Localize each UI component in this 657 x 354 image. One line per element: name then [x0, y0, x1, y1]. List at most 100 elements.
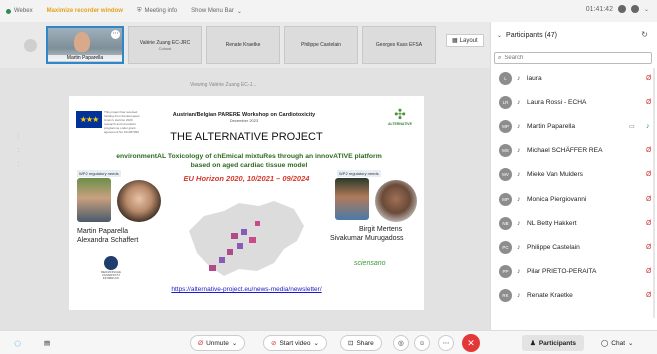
list-item[interactable]: PP ♪ Pilar PRIETO-PERAITA Ø — [491, 260, 657, 284]
chevron-down-icon[interactable]: ⌄ — [497, 32, 502, 39]
settings-icon[interactable] — [630, 5, 639, 13]
chevron-down-icon: ⌄ — [231, 340, 238, 347]
app-name: Webex — [6, 8, 33, 14]
tile-name: Martin Paparella — [48, 55, 122, 61]
avatar: MV — [499, 168, 512, 182]
person-name: Sivakumar Murugadoss — [330, 235, 404, 242]
person-name: Martin Paparella — [77, 228, 128, 235]
participant-tile[interactable]: Valérie Zuang EC-JRC Cohost — [128, 26, 202, 64]
layout-button[interactable]: ▦ Layout — [446, 34, 484, 47]
participant-search[interactable]: ⌕ — [494, 52, 652, 64]
tile-role: Cohost — [158, 45, 172, 51]
mic-icon: ♪ — [517, 243, 521, 251]
map-marker — [209, 265, 216, 271]
avatar: LR — [499, 95, 512, 109]
avatar: L — [499, 71, 512, 85]
unmute-button[interactable]: Ø Unmute ⌄ — [190, 335, 246, 351]
person-name: Birgit Mertens — [359, 226, 403, 233]
photo-sivakumar-murugadoss — [375, 180, 417, 222]
avatar: PP — [499, 265, 512, 279]
workshop-date: December 2023 — [229, 118, 259, 123]
map-marker — [237, 243, 243, 249]
recording-indicator[interactable]: Maximize recorder window — [47, 8, 123, 14]
avatar: PC — [499, 240, 512, 254]
search-input[interactable] — [504, 55, 635, 61]
photo-alexandra-schaffert — [117, 180, 161, 222]
filmstrip: ⋯ Martin Paparella Valérie Zuang EC-JRC … — [0, 22, 490, 68]
shared-slide: ★★★ This project has received funding fr… — [69, 96, 424, 310]
muted-icon: Ø — [646, 147, 652, 155]
avatar: RK — [499, 289, 512, 303]
more-options-icon[interactable]: ⋯ — [111, 30, 120, 39]
layout-icon: ▦ — [452, 38, 458, 44]
newsletter-link[interactable]: https://alternative-project.eu/news-medi… — [69, 286, 424, 293]
more-options-button[interactable]: ⋯ — [438, 335, 454, 351]
map-marker — [227, 249, 233, 255]
muted-icon: Ø — [646, 171, 652, 179]
side-dots: ⁚ ⁚ ⁚ — [18, 134, 20, 168]
meeting-info-button[interactable]: ⛨ Meeting info — [137, 8, 177, 15]
slide-subtitle: environmentAL Toxicology of chEmical mix… — [116, 153, 382, 169]
list-item[interactable]: L ♪ laura Ø — [491, 66, 657, 90]
participant-tile[interactable]: Renate Kraetke — [206, 26, 280, 64]
list-item[interactable]: LR ♪ Laura Rossi - ECHA Ø — [491, 90, 657, 114]
chevron-down-icon: ⌄ — [236, 8, 242, 15]
reactions-button[interactable]: ☺ — [414, 335, 430, 351]
filmstrip-prev-button[interactable] — [24, 39, 37, 52]
list-item[interactable]: MS ♪ Michael SCHÄFFER REA Ø — [491, 139, 657, 163]
show-menu-bar-button[interactable]: Show Menu Bar ⌄ — [191, 8, 242, 15]
participant-tile[interactable]: Georges Kass EFSA — [362, 26, 436, 64]
list-item[interactable]: PC ♪ Philippe Castelain Ø — [491, 235, 657, 259]
captions-icon[interactable]: ▤ — [44, 335, 50, 351]
more-icon: ⋯ — [442, 340, 450, 347]
record-button[interactable]: ◎ — [393, 335, 409, 351]
webex-logo-icon: ◌ — [14, 336, 22, 350]
muted-icon: Ø — [646, 292, 652, 300]
photo-birgit-mertens — [335, 178, 369, 220]
mic-icon: ♪ — [517, 292, 521, 300]
share-icon: ⊡ — [348, 340, 354, 347]
alternative-logo: ✣ ALTERNATIVE — [385, 106, 415, 126]
share-button[interactable]: ⊡ Share — [340, 335, 382, 351]
avatar: NB — [499, 216, 512, 230]
meeting-timer: 01:41:42 — [585, 5, 613, 13]
list-item[interactable]: MV ♪ Mieke Van Mulders Ø — [491, 163, 657, 187]
list-item[interactable]: MP ♪ Monica Piergiovanni Ø — [491, 187, 657, 211]
list-item[interactable]: NB ♪ NL Betty Hakkert Ø — [491, 211, 657, 235]
eu-flag-icon: ★★★ — [76, 111, 102, 128]
leave-button[interactable]: ✕ — [462, 334, 480, 352]
chat-button[interactable]: ◯ Chat ⌄ — [601, 335, 633, 351]
shield-icon: ⛨ — [136, 7, 142, 14]
participants-button[interactable]: ♟ Participants — [522, 335, 585, 351]
sciensano-logo: sciensano — [354, 260, 386, 267]
muted-icon: Ø — [646, 74, 652, 82]
mic-icon: ♪ — [517, 268, 521, 276]
list-item[interactable]: MP ♪ Martin Paparella ▭ ♪ — [491, 114, 657, 138]
participants-header[interactable]: ⌄ Participants (47) ↻ — [491, 22, 657, 48]
europe-landmass — [189, 201, 304, 276]
record-icon: ◎ — [398, 340, 404, 347]
minimize-icon[interactable] — [617, 5, 626, 13]
avatar: MP — [499, 192, 512, 206]
muted-icon: Ø — [646, 98, 652, 106]
participant-tile[interactable]: Philippe Castelain — [284, 26, 358, 64]
top-bar: Webex Maximize recorder window ⛨ Meeting … — [0, 0, 657, 22]
list-item[interactable]: RK ♪ Renate Kraetke Ø — [491, 284, 657, 308]
muted-mic-icon: Ø — [198, 339, 204, 347]
avatar — [74, 32, 90, 52]
europe-map — [189, 201, 304, 276]
muted-icon: Ø — [646, 243, 652, 251]
chevron-down-icon[interactable]: ⌄ — [644, 6, 649, 13]
close-icon: ✕ — [467, 337, 475, 348]
university-seal-icon — [104, 256, 118, 270]
participant-scrollbar[interactable] — [653, 68, 655, 318]
mic-icon: ♪ — [517, 98, 521, 106]
refresh-icon[interactable]: ↻ — [641, 30, 648, 39]
wp2-label-right: WP2 regulatory needs — [337, 170, 381, 177]
search-icon: ⌕ — [498, 54, 502, 61]
participant-tile[interactable]: ⋯ Martin Paparella — [46, 26, 124, 64]
start-video-button[interactable]: ⊘ Start video ⌄ — [263, 335, 327, 351]
tile-name: Philippe Castelain — [300, 42, 342, 48]
map-marker — [231, 233, 238, 239]
participant-list: L ♪ laura Ø LR ♪ Laura Rossi - ECHA Ø MP ♪ Marti… — [491, 66, 657, 308]
